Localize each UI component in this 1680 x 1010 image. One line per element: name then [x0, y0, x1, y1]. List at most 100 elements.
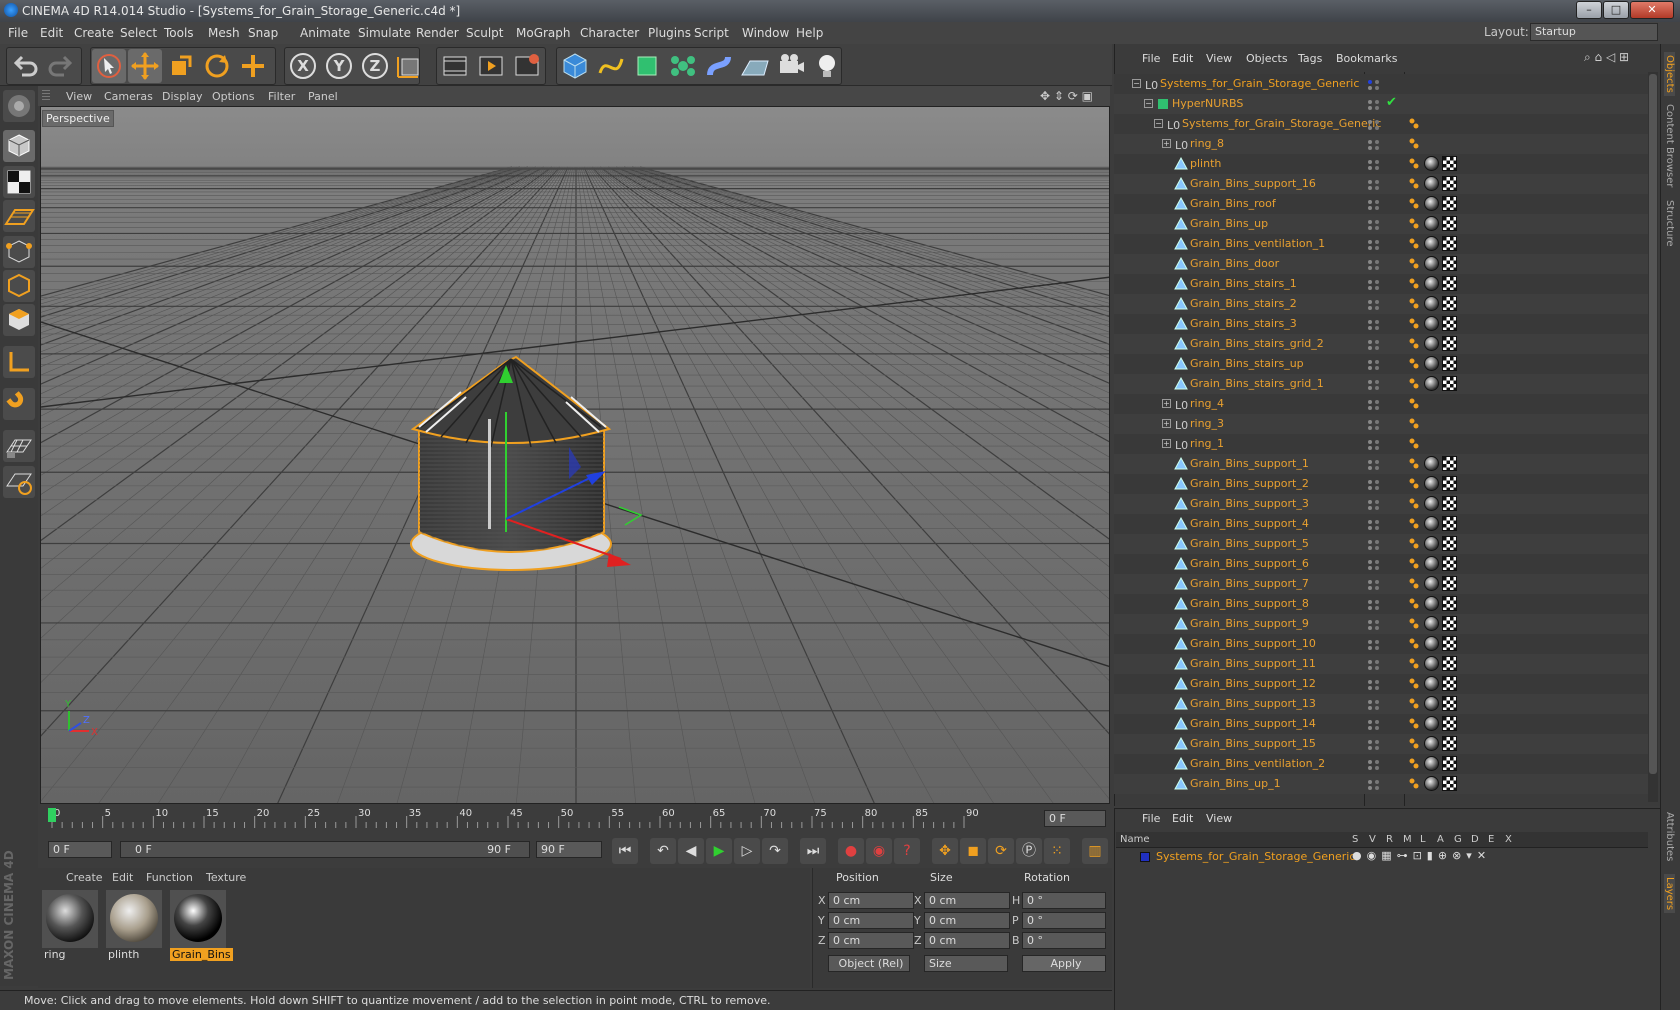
visibility-dots[interactable] — [1366, 559, 1380, 571]
phong-tag-icon[interactable] — [1408, 577, 1420, 589]
object-row[interactable]: Grain_Bins_up_1 — [1114, 774, 1648, 794]
material-tag-icon[interactable] — [1424, 716, 1439, 731]
menu-create[interactable]: Create — [74, 26, 114, 40]
phong-tag-icon[interactable] — [1408, 197, 1420, 209]
uvw-tag-icon[interactable] — [1442, 156, 1457, 171]
visibility-dots[interactable] — [1366, 119, 1380, 131]
redo-icon[interactable] — [44, 49, 78, 83]
visibility-dots[interactable] — [1366, 699, 1380, 711]
undo-icon[interactable] — [8, 49, 42, 83]
layout-select[interactable]: Startup — [1530, 23, 1658, 41]
visibility-dots[interactable] — [1366, 259, 1380, 271]
viewport-menu-cameras[interactable]: Cameras — [104, 90, 153, 103]
viewport-menu-panel[interactable]: Panel — [308, 90, 338, 103]
next-key-icon[interactable]: ↷ — [762, 838, 788, 864]
maximize-button[interactable]: □ — [1603, 1, 1629, 19]
side-tab-layers[interactable]: Layers — [1664, 874, 1675, 914]
layer-name[interactable]: Systems_for_Grain_Storage_Generic — [1156, 850, 1355, 863]
keyframe-selection-icon[interactable]: ? — [894, 838, 920, 864]
material-tag-icon[interactable] — [1424, 616, 1439, 631]
expand-toggle-icon[interactable]: − — [1132, 79, 1141, 88]
visibility-dots[interactable] — [1366, 719, 1380, 731]
uvw-tag-icon[interactable] — [1442, 176, 1457, 191]
object-search-icons[interactable]: ⌕ ⌂ ◁ ⊞ — [1584, 50, 1629, 65]
key-scale-icon[interactable]: ◼ — [960, 838, 986, 864]
layer-column-r[interactable]: R — [1386, 834, 1393, 845]
expand-toggle-icon[interactable]: + — [1162, 439, 1171, 448]
phong-tag-icon[interactable] — [1408, 617, 1420, 629]
visibility-dots[interactable] — [1366, 279, 1380, 291]
menu-plugins[interactable]: Plugins — [648, 26, 691, 40]
visibility-dots[interactable] — [1366, 539, 1380, 551]
material-tag-icon[interactable] — [1424, 736, 1439, 751]
axis-mode-icon[interactable] — [3, 346, 35, 378]
phong-tag-icon[interactable] — [1408, 717, 1420, 729]
position-x-field[interactable]: 0 cm — [828, 892, 914, 909]
visibility-dots[interactable] — [1366, 779, 1380, 791]
uvw-tag-icon[interactable] — [1442, 316, 1457, 331]
uvw-tag-icon[interactable] — [1442, 736, 1457, 751]
edges-mode-icon[interactable] — [3, 270, 35, 302]
rotation-h-field[interactable]: 0 ° — [1022, 892, 1106, 909]
model-mode-icon[interactable] — [3, 130, 35, 162]
uvw-tag-icon[interactable] — [1442, 716, 1457, 731]
points-mode-icon[interactable] — [3, 236, 35, 268]
phong-tag-icon[interactable] — [1408, 377, 1420, 389]
phong-tag-icon[interactable] — [1408, 337, 1420, 349]
phong-tag-icon[interactable] — [1408, 737, 1420, 749]
render-picture-viewer-icon[interactable] — [474, 49, 508, 83]
material-tag-icon[interactable] — [1424, 456, 1439, 471]
material-tag-icon[interactable] — [1424, 516, 1439, 531]
viewport-menu-options[interactable]: Options — [212, 90, 254, 103]
layer-color-swatch[interactable] — [1140, 852, 1150, 862]
x-axis-lock-button[interactable]: X — [286, 49, 320, 83]
phong-tag-icon[interactable] — [1408, 117, 1420, 129]
next-frame-icon[interactable]: ▷ — [734, 838, 760, 864]
object-row[interactable]: Grain_Bins_support_6 — [1114, 554, 1648, 574]
visibility-dots[interactable] — [1366, 399, 1380, 411]
object-row[interactable]: Grain_Bins_up — [1114, 214, 1648, 234]
close-button[interactable]: ✕ — [1630, 1, 1674, 19]
grain-silo-model[interactable] — [41, 107, 1110, 804]
uvw-tag-icon[interactable] — [1442, 236, 1457, 251]
phong-tag-icon[interactable] — [1408, 637, 1420, 649]
material-tag-icon[interactable] — [1424, 636, 1439, 651]
layer-column-name[interactable]: Name — [1120, 834, 1150, 845]
object-row[interactable]: Grain_Bins_support_10 — [1114, 634, 1648, 654]
menu-simulate[interactable]: Simulate — [358, 26, 411, 40]
object-row[interactable]: Grain_Bins_stairs_up — [1114, 354, 1648, 374]
uvw-tag-icon[interactable] — [1442, 376, 1457, 391]
key-position-icon[interactable]: ✥ — [932, 838, 958, 864]
layer-menu-file[interactable]: File — [1142, 812, 1160, 825]
current-frame-field[interactable]: 0 F — [1044, 810, 1106, 827]
apply-button[interactable]: Apply — [1022, 955, 1106, 972]
recent-tool-icon[interactable] — [236, 49, 270, 83]
object-menu-view[interactable]: View — [1206, 52, 1232, 65]
size-mode-select[interactable]: Size — [924, 955, 1008, 972]
expand-toggle-icon[interactable]: + — [1162, 419, 1171, 428]
size-y-field[interactable]: 0 cm — [924, 912, 1010, 929]
phong-tag-icon[interactable] — [1408, 777, 1420, 789]
phong-tag-icon[interactable] — [1408, 357, 1420, 369]
material-tag-icon[interactable] — [1424, 216, 1439, 231]
visibility-dots[interactable] — [1366, 199, 1380, 211]
visibility-dots[interactable] — [1366, 359, 1380, 371]
workplane-icon[interactable] — [3, 200, 35, 232]
uvw-tag-icon[interactable] — [1442, 356, 1457, 371]
object-row[interactable]: Grain_Bins_support_11 — [1114, 654, 1648, 674]
light-icon[interactable] — [810, 49, 844, 83]
uvw-tag-icon[interactable] — [1442, 196, 1457, 211]
cube-object-icon[interactable] — [558, 49, 592, 83]
menu-snap[interactable]: Snap — [248, 26, 278, 40]
phong-tag-icon[interactable] — [1408, 397, 1420, 409]
visibility-dots[interactable] — [1366, 439, 1380, 451]
menu-file[interactable]: File — [8, 26, 28, 40]
coordinate-mode-select[interactable]: Object (Rel) — [828, 955, 910, 972]
phong-tag-icon[interactable] — [1408, 217, 1420, 229]
object-row[interactable]: Grain_Bins_support_14 — [1114, 714, 1648, 734]
material-tag-icon[interactable] — [1424, 356, 1439, 371]
phong-tag-icon[interactable] — [1408, 177, 1420, 189]
uvw-tag-icon[interactable] — [1442, 596, 1457, 611]
viewport-menu-filter[interactable]: Filter — [268, 90, 295, 103]
side-tab-attributes[interactable]: Attributes — [1664, 812, 1675, 861]
